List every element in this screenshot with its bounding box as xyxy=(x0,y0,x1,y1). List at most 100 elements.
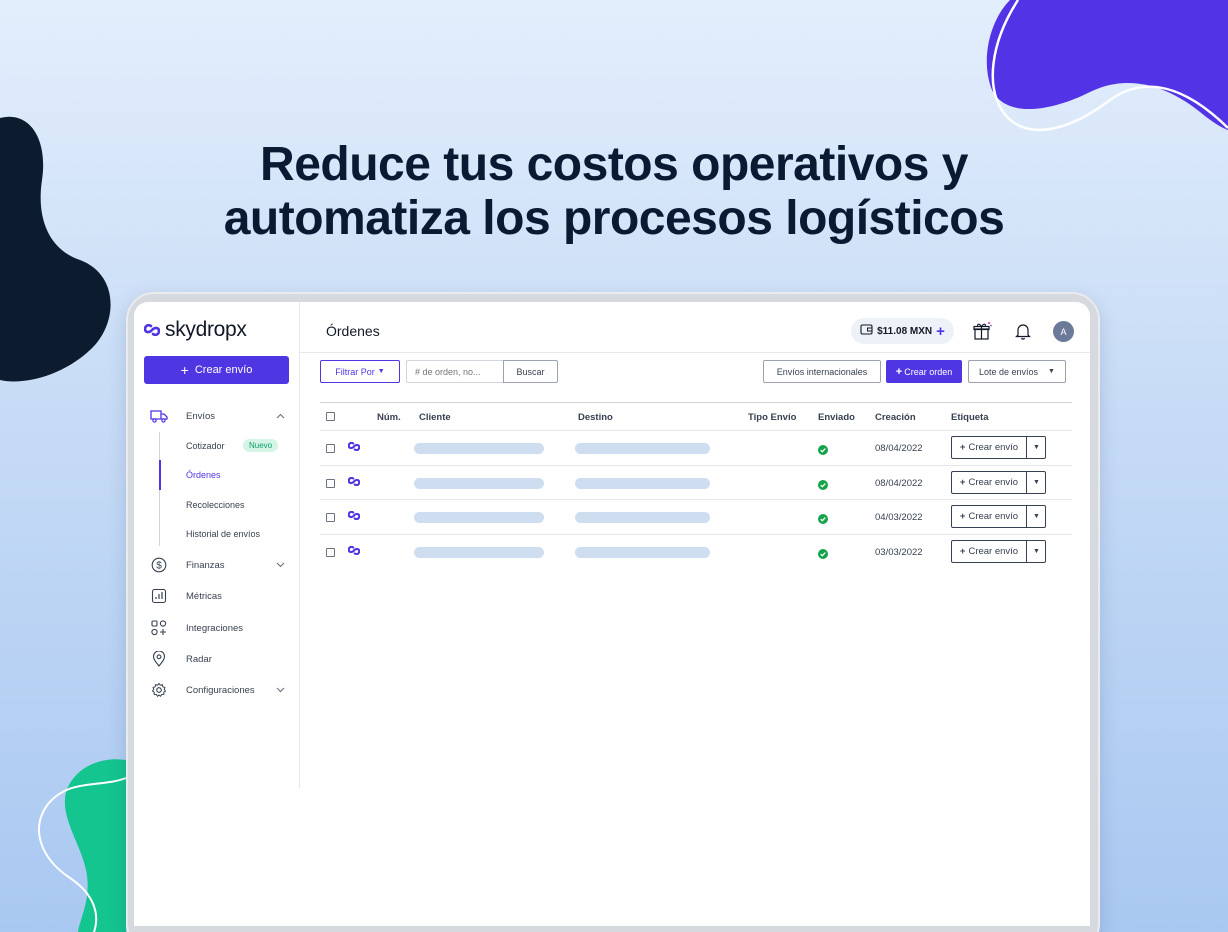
column-header-num[interactable]: Núm. xyxy=(377,412,401,423)
creation-date: 08/04/2022 xyxy=(875,443,923,454)
sidebar-item-label: Integraciones xyxy=(186,622,244,634)
sent-check-icon xyxy=(818,480,828,490)
headline-line-1: Reduce tus costos operativos y xyxy=(260,138,968,191)
location-pin-icon xyxy=(150,650,168,668)
submenu-item-cotizador[interactable]: Cotizador xyxy=(186,441,225,451)
skydropx-s-icon xyxy=(348,477,360,486)
new-badge: Nuevo xyxy=(243,439,279,452)
select-all-checkbox[interactable] xyxy=(326,412,335,421)
plus-icon: + xyxy=(959,477,966,488)
row-checkbox[interactable] xyxy=(326,479,335,488)
create-order-button[interactable]: + Crear orden xyxy=(886,360,962,383)
create-shipment-label: Crear envío xyxy=(194,364,253,376)
sidebar-item-label: Radar xyxy=(186,653,212,665)
sent-check-icon xyxy=(818,445,828,455)
wallet-icon xyxy=(860,324,873,338)
destination-placeholder xyxy=(575,443,710,454)
column-header-cliente[interactable]: Cliente xyxy=(419,412,451,423)
batch-shipments-dropdown[interactable]: Lote de envíos ▼ xyxy=(968,360,1066,383)
table-row[interactable]: 08/04/2022 + Crear envío ▼ xyxy=(320,465,1072,500)
plus-icon: + xyxy=(959,546,966,557)
create-shipment-button[interactable]: + Crear envío xyxy=(144,356,289,384)
submenu-item-recolecciones[interactable]: Recolecciones xyxy=(186,500,245,510)
caret-down-icon: ▼ xyxy=(1048,368,1055,375)
client-placeholder xyxy=(414,443,544,454)
table-row[interactable]: 04/03/2022 + Crear envío ▼ xyxy=(320,499,1072,534)
caret-down-icon[interactable]: ▼ xyxy=(1027,437,1046,458)
column-header-creacion[interactable]: Creación xyxy=(875,412,916,423)
row-checkbox[interactable] xyxy=(326,548,335,557)
balance-pill[interactable]: $11.08 MXN + xyxy=(851,318,954,344)
plus-icon: + xyxy=(180,362,189,378)
sidebar: skydropx + Crear envío Envíos Cotizador … xyxy=(134,302,300,788)
plus-icon: + xyxy=(959,442,966,453)
caret-down-icon[interactable]: ▼ xyxy=(1027,541,1046,562)
plus-icon: + xyxy=(959,511,966,522)
creation-date: 03/03/2022 xyxy=(875,547,923,558)
chevron-down-icon[interactable] xyxy=(276,560,285,570)
chevron-down-icon[interactable] xyxy=(276,685,285,695)
creation-date: 08/04/2022 xyxy=(875,478,923,489)
create-label-split-button: + Crear envío ▼ xyxy=(951,436,1046,459)
caret-down-icon: ▼ xyxy=(377,368,385,375)
client-placeholder xyxy=(414,512,544,523)
filter-by-button[interactable]: Filtrar Por ▼ xyxy=(320,360,400,383)
column-header-enviado[interactable]: Enviado xyxy=(818,412,855,423)
create-shipment-row-button[interactable]: + Crear envío xyxy=(952,541,1027,562)
submenu-item-historial[interactable]: Historial de envíos xyxy=(186,529,260,539)
table-top-border xyxy=(320,402,1072,403)
create-shipment-row-button[interactable]: + Crear envío xyxy=(952,437,1027,458)
client-placeholder xyxy=(414,478,544,489)
logo-text: skydropx xyxy=(165,318,247,341)
sent-check-icon xyxy=(818,514,828,524)
create-shipment-row-button[interactable]: + Crear envío xyxy=(952,472,1027,493)
column-header-tipo-envio[interactable]: Tipo Envío xyxy=(748,412,796,423)
sidebar-item-metricas[interactable]: Métricas xyxy=(134,585,300,607)
table-row[interactable]: 08/04/2022 + Crear envío ▼ xyxy=(320,430,1072,465)
page-title: Órdenes xyxy=(326,323,380,339)
sidebar-item-envios[interactable]: Envíos xyxy=(134,405,300,427)
truck-icon xyxy=(150,407,168,425)
international-shipments-button[interactable]: Envíos internacionales xyxy=(763,360,881,383)
sidebar-item-integraciones[interactable]: Integraciones xyxy=(134,617,300,639)
row-checkbox[interactable] xyxy=(326,444,335,453)
avatar[interactable]: A xyxy=(1053,321,1074,342)
submenu-item-ordenes[interactable]: Órdenes xyxy=(186,470,221,480)
create-label-split-button: + Crear envío ▼ xyxy=(951,540,1046,563)
sidebar-item-configuraciones[interactable]: Configuraciones xyxy=(134,679,300,701)
table-row[interactable]: 03/03/2022 + Crear envío ▼ xyxy=(320,534,1072,569)
app-screen: skydropx + Crear envío Envíos Cotizador … xyxy=(134,302,1090,926)
gift-icon[interactable] xyxy=(971,320,993,342)
green-blob-decoration xyxy=(38,759,127,932)
sidebar-item-radar[interactable]: Radar xyxy=(134,648,300,670)
sidebar-item-finanzas[interactable]: $ Finanzas xyxy=(134,554,300,576)
order-search-input[interactable] xyxy=(406,360,504,383)
create-shipment-row-button[interactable]: + Crear envío xyxy=(952,506,1027,527)
add-balance-icon[interactable]: + xyxy=(936,323,945,340)
plus-icon: + xyxy=(895,365,903,378)
create-shipment-row-label: Crear envío xyxy=(968,511,1019,522)
search-button[interactable]: Buscar xyxy=(503,360,558,383)
row-checkbox[interactable] xyxy=(326,513,335,522)
destination-placeholder xyxy=(575,478,710,489)
chevron-up-icon[interactable] xyxy=(276,411,285,421)
batch-label: Lote de envíos xyxy=(979,366,1039,377)
filter-label: Filtrar Por xyxy=(335,366,375,377)
client-placeholder xyxy=(414,547,544,558)
headline-line-2: automatiza los procesos logísticos xyxy=(223,192,1005,245)
column-header-destino[interactable]: Destino xyxy=(578,412,613,423)
caret-down-icon[interactable]: ▼ xyxy=(1027,472,1046,493)
gear-icon xyxy=(150,681,168,699)
skydropx-logo[interactable]: skydropx xyxy=(144,318,247,342)
headline: Reduce tus costos operativos y automatiz… xyxy=(0,138,1228,246)
balance-amount: $11.08 MXN xyxy=(877,325,933,337)
purple-blob-decoration xyxy=(986,0,1228,132)
submenu-active-indicator xyxy=(159,460,161,490)
column-header-etiqueta[interactable]: Etiqueta xyxy=(951,412,988,423)
sidebar-item-label: Finanzas xyxy=(186,559,225,571)
caret-down-icon[interactable]: ▼ xyxy=(1027,506,1046,527)
create-label-split-button: + Crear envío ▼ xyxy=(951,471,1046,494)
destination-placeholder xyxy=(575,547,710,558)
bell-icon[interactable] xyxy=(1012,320,1034,342)
dollar-icon: $ xyxy=(150,556,168,574)
